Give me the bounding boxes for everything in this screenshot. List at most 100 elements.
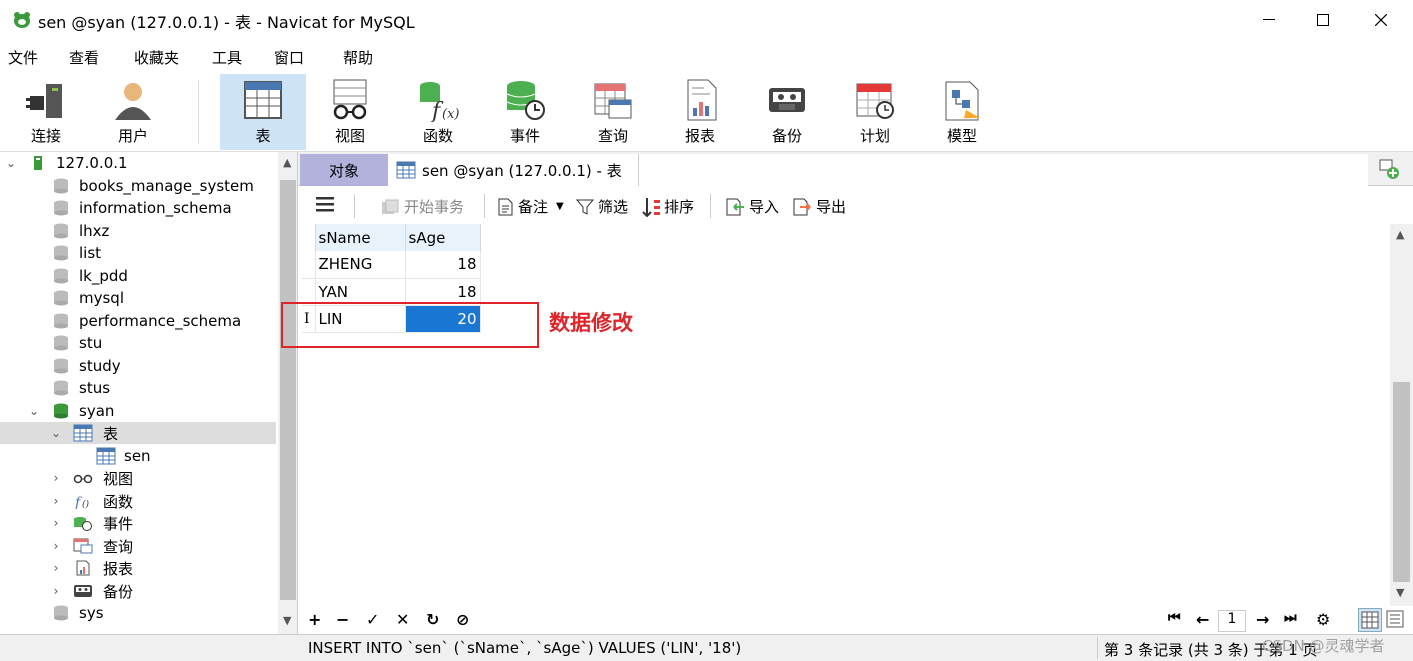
toolbar-separator — [354, 194, 355, 218]
backup-button[interactable]: 备份 — [744, 74, 830, 150]
next-page-icon[interactable]: → — [1256, 610, 1269, 629]
scroll-down-icon[interactable]: ▼ — [1396, 586, 1404, 599]
begin-transaction-button[interactable]: 开始事务 — [380, 196, 464, 217]
column-header-sname[interactable]: sName — [315, 224, 406, 251]
tree-group-events[interactable]: › 事件 — [0, 512, 276, 534]
cell-sage[interactable]: 18 — [405, 278, 481, 306]
scroll-up-icon[interactable]: ▲ — [1396, 228, 1404, 241]
add-icon — [1379, 159, 1399, 179]
tree-table-sen[interactable]: sen — [0, 445, 276, 467]
chevron-right-icon[interactable]: › — [49, 471, 63, 485]
minimize-button[interactable] — [1242, 0, 1296, 40]
glasses-icon — [73, 474, 93, 484]
menu-favorites[interactable]: 收藏夹 — [134, 47, 179, 68]
column-header-sage[interactable]: sAge — [405, 224, 481, 251]
menu-view[interactable]: 查看 — [69, 47, 99, 68]
chevron-right-icon[interactable]: › — [49, 494, 63, 508]
user-button[interactable]: 用户 — [90, 74, 176, 150]
form-view-button[interactable] — [1384, 608, 1408, 632]
export-button[interactable]: 导出 — [792, 196, 846, 217]
connect-button[interactable]: 连接 — [3, 74, 89, 150]
scroll-up-icon[interactable]: ▲ — [283, 156, 291, 169]
cell-sage[interactable]: 18 — [405, 251, 481, 279]
stop-button[interactable]: ⊘ — [456, 610, 469, 629]
report-button[interactable]: 报表 — [657, 74, 743, 150]
model-button[interactable]: 模型 — [919, 74, 1005, 150]
chevron-right-icon[interactable]: › — [49, 516, 63, 530]
tree-database[interactable]: performance_schema — [0, 310, 276, 332]
tree-database-open[interactable]: ⌄ syan — [0, 400, 276, 422]
sort-button[interactable]: 排序 — [642, 196, 694, 217]
query-button[interactable]: 查询 — [570, 74, 656, 150]
event-button[interactable]: 事件 — [482, 74, 568, 150]
tree-database[interactable]: sys — [0, 602, 276, 624]
tree-group-views[interactable]: › 视图 — [0, 467, 276, 489]
filter-button[interactable]: 筛选 — [576, 196, 628, 217]
table-row[interactable]: ZHENG 18 — [302, 251, 481, 279]
first-page-icon[interactable]: ⏮ — [1168, 610, 1181, 626]
tree-group-backups[interactable]: › 备份 — [0, 580, 276, 602]
tree-group-functions[interactable]: › f() 函数 — [0, 490, 276, 512]
function-button[interactable]: f (x) 函数 — [395, 74, 481, 150]
previous-page-icon[interactable]: ← — [1196, 610, 1209, 629]
chevron-down-icon[interactable]: ⌄ — [4, 156, 18, 170]
menu-tools[interactable]: 工具 — [212, 47, 242, 68]
import-button[interactable]: 导入 — [725, 196, 779, 217]
last-page-icon[interactable]: ⏭ — [1284, 610, 1297, 626]
tree-database[interactable]: information_schema — [0, 197, 276, 219]
row-marker — [302, 251, 316, 279]
menu-help[interactable]: 帮助 — [343, 47, 373, 68]
tree-group-queries[interactable]: › 查询 — [0, 535, 276, 557]
window-title: sen @syan (127.0.0.1) - 表 - Navicat for … — [38, 13, 415, 32]
toolbar-label: 计划 — [859, 127, 890, 145]
page-number-input[interactable]: 1 — [1218, 610, 1246, 632]
grid-view-button[interactable] — [1358, 608, 1382, 632]
tab-objects[interactable]: 对象 — [300, 154, 388, 186]
tree-label: 视图 — [103, 469, 134, 488]
hamburger-menu-button[interactable] — [316, 196, 334, 212]
cell-sname[interactable]: ZHENG — [315, 251, 406, 279]
tree-database[interactable]: lhxz — [0, 220, 276, 242]
tree-database[interactable]: list — [0, 242, 276, 264]
grid-scrollbar[interactable]: ▲ ▼ — [1390, 224, 1413, 606]
tree-group-reports[interactable]: › 报表 — [0, 557, 276, 579]
tree-database[interactable]: mysql — [0, 287, 276, 309]
chevron-down-icon[interactable]: ⌄ — [49, 426, 63, 440]
new-tab-button[interactable] — [1378, 158, 1400, 184]
tree-database[interactable]: lk_pdd — [0, 265, 276, 287]
table-button[interactable]: 表 — [220, 74, 306, 150]
tree-database[interactable]: stus — [0, 377, 276, 399]
chevron-down-icon[interactable]: ⌄ — [27, 404, 41, 418]
model-icon — [945, 81, 980, 121]
schedule-button[interactable]: 计划 — [832, 74, 918, 150]
refresh-button[interactable]: ↻ — [426, 610, 439, 629]
gear-icon[interactable]: ⚙ — [1316, 610, 1330, 629]
tree-group-tables[interactable]: ⌄ 表 — [0, 422, 276, 444]
dropdown-arrow-icon[interactable]: ▼ — [556, 201, 564, 212]
discard-changes-button[interactable]: ✕ — [396, 610, 409, 629]
maximize-button[interactable] — [1296, 0, 1350, 40]
sidebar-scrollbar[interactable]: ▲ ▼ — [278, 152, 297, 636]
table-row[interactable]: YAN 18 — [302, 278, 481, 306]
scrollbar-thumb[interactable] — [1393, 382, 1410, 582]
tree-database[interactable]: study — [0, 355, 276, 377]
tree-database[interactable]: stu — [0, 332, 276, 354]
tab-table-sen[interactable]: sen @syan (127.0.0.1) - 表 — [388, 154, 638, 186]
chevron-right-icon[interactable]: › — [49, 584, 63, 598]
add-record-button[interactable]: + — [308, 610, 321, 629]
delete-record-button[interactable]: − — [336, 610, 349, 629]
chevron-right-icon[interactable]: › — [49, 561, 63, 575]
chevron-right-icon[interactable]: › — [49, 539, 63, 553]
menu-window[interactable]: 窗口 — [274, 47, 304, 68]
cell-sname[interactable]: YAN — [315, 278, 406, 306]
tree-database[interactable]: books_manage_system — [0, 175, 276, 197]
close-button[interactable] — [1354, 0, 1408, 40]
apply-changes-button[interactable]: ✓ — [366, 610, 379, 629]
note-button[interactable]: 备注 ▼ — [496, 196, 564, 217]
scrollbar-thumb[interactable] — [280, 180, 296, 600]
tree-connection[interactable]: ⌄ 127.0.0.1 — [0, 152, 276, 174]
scroll-down-icon[interactable]: ▼ — [283, 614, 291, 627]
view-button[interactable]: 视图 — [307, 74, 393, 150]
tree-label: 备份 — [103, 582, 134, 601]
menu-file[interactable]: 文件 — [8, 47, 38, 68]
